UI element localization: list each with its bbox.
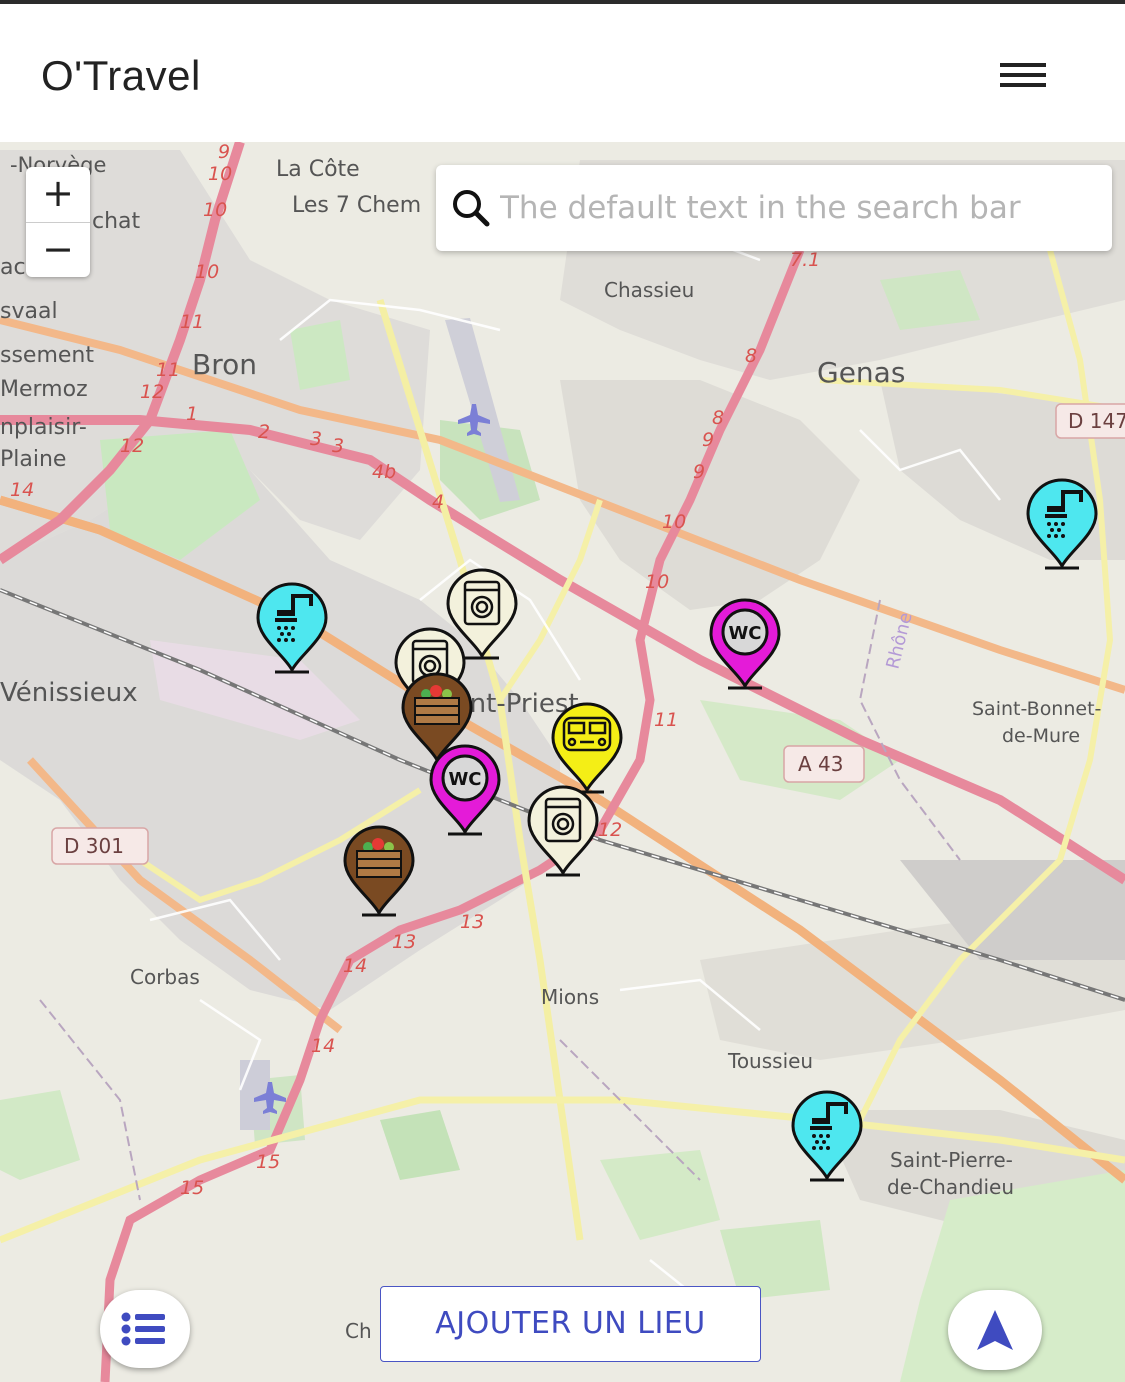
wc-icon: WC: [448, 769, 481, 790]
svg-text:Saint-Bonnet-: Saint-Bonnet-: [972, 698, 1101, 720]
map-view[interactable]: -Norvège La Côte Les 7 Chem chat ache sv…: [0, 142, 1125, 1382]
svg-text:Mermoz: Mermoz: [0, 377, 88, 402]
camper-van-marker[interactable]: [550, 702, 624, 794]
app-bar: O'Travel: [0, 4, 1125, 142]
zoom-out-button[interactable]: −: [26, 222, 90, 277]
svg-text:8: 8: [712, 407, 724, 429]
svg-text:Toussieu: Toussieu: [727, 1049, 813, 1073]
svg-text:Plaine: Plaine: [0, 447, 66, 472]
svg-text:8: 8: [745, 345, 757, 367]
svg-text:12: 12: [598, 819, 622, 841]
svg-text:14: 14: [311, 1035, 335, 1057]
svg-text:15: 15: [256, 1151, 280, 1173]
navigation-button[interactable]: [948, 1290, 1042, 1370]
svg-text:2: 2: [258, 421, 270, 443]
svg-text:1: 1: [186, 403, 198, 425]
svg-text:nplaisir-: nplaisir-: [0, 415, 87, 440]
svg-text:svaal: svaal: [0, 299, 58, 324]
add-place-button[interactable]: AJOUTER UN LIEU: [380, 1286, 761, 1362]
search-input[interactable]: [500, 179, 1096, 237]
svg-text:Corbas: Corbas: [130, 965, 200, 989]
svg-text:10: 10: [195, 261, 219, 283]
svg-text:10: 10: [203, 199, 227, 221]
svg-text:3: 3: [310, 428, 322, 450]
svg-text:ssement: ssement: [0, 343, 94, 368]
svg-text:10: 10: [645, 571, 669, 593]
svg-text:9: 9: [693, 461, 705, 483]
svg-text:4: 4: [432, 491, 444, 513]
shower-marker[interactable]: [1025, 478, 1099, 570]
svg-text:Mions: Mions: [541, 985, 599, 1009]
laundry-marker[interactable]: [526, 785, 600, 877]
navigation-arrow-icon: [977, 1310, 1013, 1350]
svg-text:15: 15: [180, 1177, 204, 1199]
svg-text:12: 12: [120, 435, 144, 457]
wc-marker[interactable]: WC: [428, 744, 502, 836]
market-marker[interactable]: [342, 825, 416, 917]
svg-text:La Côte: La Côte: [276, 157, 360, 182]
hamburger-menu-icon: [1000, 63, 1046, 87]
zoom-in-button[interactable]: +: [26, 167, 90, 222]
svg-text:4b: 4b: [372, 461, 396, 483]
svg-text:chat: chat: [92, 209, 141, 234]
svg-text:Saint-Pierre-: Saint-Pierre-: [890, 1148, 1013, 1172]
svg-text:9: 9: [218, 142, 230, 163]
svg-text:10: 10: [208, 163, 232, 185]
wc-marker[interactable]: WC: [708, 598, 782, 690]
svg-text:Genas: Genas: [817, 356, 905, 389]
wc-icon: WC: [728, 623, 761, 644]
svg-text:3: 3: [332, 435, 344, 457]
svg-text:de-Chandieu: de-Chandieu: [887, 1175, 1014, 1199]
search-bar: [436, 165, 1112, 251]
svg-text:9: 9: [702, 429, 714, 451]
svg-text:7.1: 7.1: [790, 249, 820, 271]
menu-button[interactable]: [1000, 54, 1072, 98]
svg-text:Bron: Bron: [192, 348, 257, 381]
list-view-button[interactable]: [100, 1290, 190, 1368]
svg-text:Ch: Ch: [345, 1319, 372, 1343]
svg-text:Chassieu: Chassieu: [604, 278, 694, 302]
svg-text:14: 14: [10, 479, 34, 501]
svg-text:de-Mure: de-Mure: [1002, 725, 1080, 747]
app-title: O'Travel: [41, 52, 201, 99]
svg-text:12: 12: [140, 381, 164, 403]
svg-text:D 147: D 147: [1068, 409, 1125, 433]
svg-text:10: 10: [662, 511, 686, 533]
svg-text:Les 7 Chem: Les 7 Chem: [292, 193, 421, 218]
search-icon: [453, 190, 490, 227]
svg-text:A 43: A 43: [798, 752, 844, 776]
shower-marker[interactable]: [790, 1090, 864, 1182]
svg-text:13: 13: [460, 911, 484, 933]
shower-marker[interactable]: [255, 582, 329, 674]
svg-text:Vénissieux: Vénissieux: [0, 678, 138, 708]
svg-text:14: 14: [343, 955, 367, 977]
svg-text:11: 11: [654, 709, 678, 731]
list-icon: [121, 1312, 165, 1346]
svg-text:11: 11: [180, 311, 204, 333]
svg-text:13: 13: [392, 931, 416, 953]
zoom-control: + −: [26, 167, 90, 277]
svg-text:D 301: D 301: [64, 834, 124, 858]
svg-text:11: 11: [156, 359, 180, 381]
